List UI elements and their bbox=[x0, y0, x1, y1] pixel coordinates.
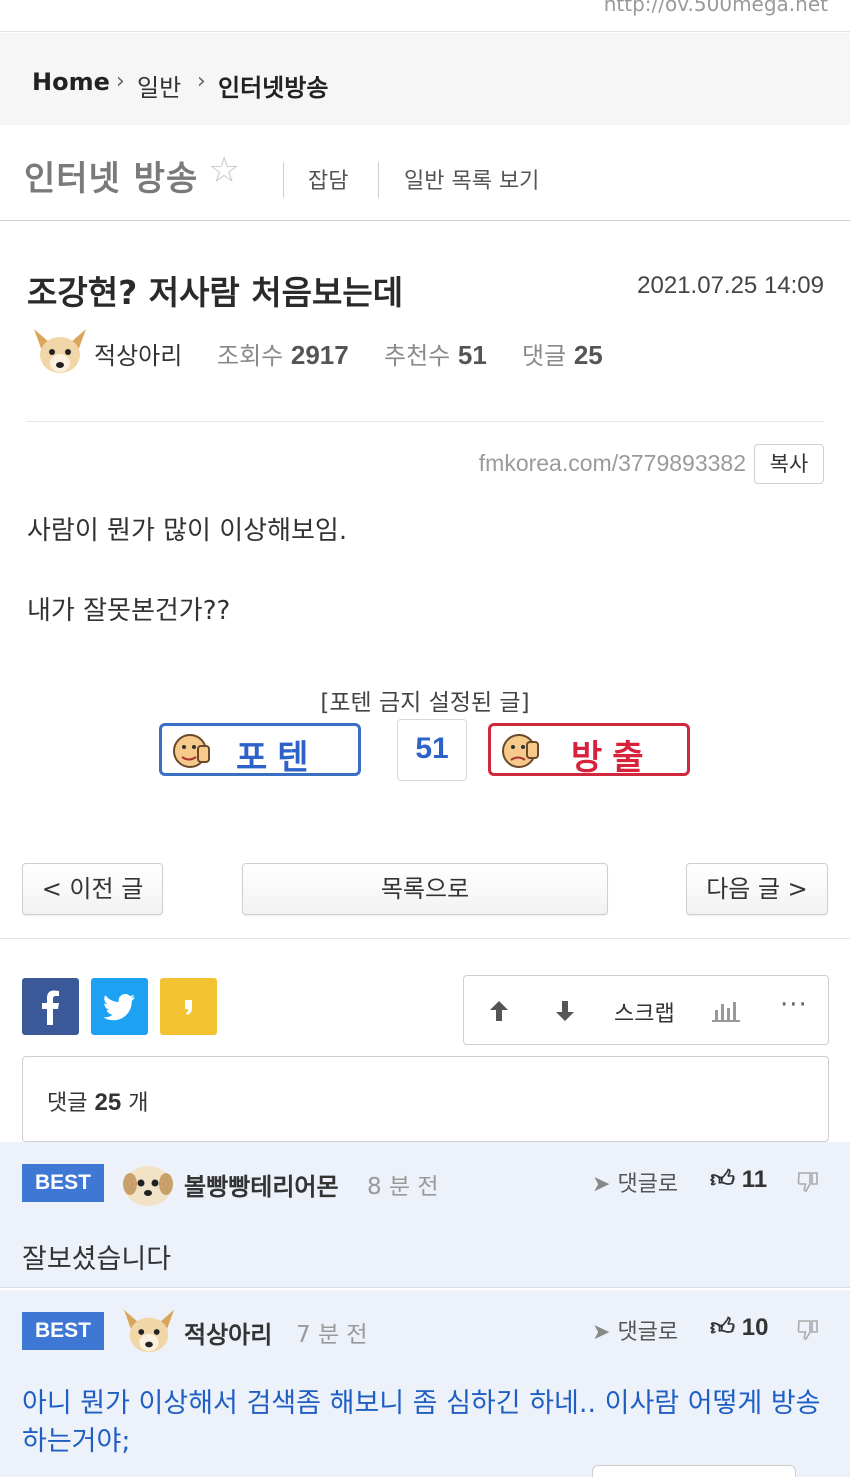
comment-like-button[interactable]: 👍︎ 11 bbox=[710, 1166, 767, 1194]
reply-button[interactable]: ➤ 댓글로 bbox=[592, 1314, 678, 1346]
thumbs-down-icon[interactable] bbox=[796, 1170, 820, 1194]
prev-post-button[interactable]: < 이전 글 bbox=[22, 863, 163, 915]
back-to-list-button[interactable]: 목록으로 bbox=[242, 863, 608, 915]
chevron-right-icon: › bbox=[116, 69, 125, 94]
upvote-button[interactable]: 포텐 bbox=[159, 723, 361, 778]
kakao-icon bbox=[185, 1000, 192, 1015]
stats-icon[interactable] bbox=[710, 998, 742, 1024]
send-icon: ➤ bbox=[592, 1172, 611, 1197]
board-header: 인터넷 방송 ☆ 잡담 일반 목록 보기 bbox=[0, 125, 850, 221]
twitter-icon bbox=[103, 994, 135, 1021]
comment-text: 잘보셨습니다 bbox=[22, 1244, 172, 1275]
divider bbox=[26, 421, 824, 422]
vote-count: 51 bbox=[397, 719, 467, 781]
comment-count-box: 댓글 25 개 bbox=[22, 1056, 829, 1142]
recommend-count: 51 bbox=[457, 340, 487, 370]
thumbs-up-icon: 👍︎ bbox=[710, 1166, 736, 1193]
comment-item: BEST 적상아리 7 분 전 ➤ 댓글로 👍︎ 10 아니 뭔가 이상해서 검… bbox=[0, 1290, 850, 1477]
comments-label: 댓글 bbox=[522, 342, 567, 370]
views-count: 2917 bbox=[290, 340, 349, 370]
downvote-button[interactable]: 방출 bbox=[488, 723, 690, 778]
comment-time: 7 분 전 bbox=[296, 1322, 368, 1348]
breadcrumb: Home › 일반 › 인터넷방송 bbox=[0, 33, 850, 125]
views-label: 조회수 bbox=[217, 342, 284, 370]
arrow-up-icon[interactable] bbox=[486, 998, 512, 1024]
comments-meta: 댓글 25 bbox=[522, 336, 603, 371]
chevron-right-icon: › bbox=[197, 69, 206, 94]
divider bbox=[0, 938, 850, 939]
thumbs-up-icon: 👍︎ bbox=[710, 1314, 736, 1341]
thumbs-up-face-icon bbox=[173, 734, 210, 768]
breadcrumb-internet-broadcast[interactable]: 인터넷방송 bbox=[218, 68, 328, 103]
more-comments-button[interactable] bbox=[592, 1465, 796, 1477]
comment-item: BEST 볼빵빵테리어몬 8 분 전 ➤ 댓글로 👍︎ 11 잘보셨습니다 bbox=[0, 1142, 850, 1288]
board-link-general-list[interactable]: 일반 목록 보기 bbox=[404, 163, 539, 195]
article-title: 조강현? 저사람 처음보는데 bbox=[27, 273, 404, 312]
recommend-meta: 추천수 51 bbox=[384, 336, 487, 371]
comment-text: 아니 뭔가 이상해서 검색좀 해보니 좀 심하긴 하네.. 이사람 어떻게 방송… bbox=[22, 1388, 821, 1457]
comments-count: 25 bbox=[573, 340, 603, 370]
article-tools: 스크랩 ··· bbox=[463, 975, 829, 1045]
divider bbox=[378, 162, 379, 198]
comment-time: 8 분 전 bbox=[367, 1174, 439, 1200]
thumbs-down-face-icon bbox=[502, 734, 539, 768]
author-name[interactable]: 적상아리 bbox=[94, 336, 182, 371]
author-avatar[interactable] bbox=[32, 323, 88, 379]
article-date: 2021.07.25 14:09 bbox=[637, 272, 824, 299]
copy-button[interactable]: 복사 bbox=[754, 444, 824, 484]
recommend-label: 추천수 bbox=[384, 342, 451, 370]
commenter-avatar[interactable] bbox=[122, 1158, 174, 1208]
commenter-name[interactable]: 볼빵빵테리어몬 bbox=[184, 1167, 339, 1202]
source-url[interactable]: fmkorea.com/3779893382 bbox=[479, 450, 746, 477]
breadcrumb-general[interactable]: 일반 bbox=[137, 68, 181, 103]
commenter-avatar[interactable] bbox=[122, 1304, 176, 1358]
facebook-share-button[interactable] bbox=[22, 978, 79, 1035]
divider bbox=[283, 162, 284, 198]
article-body-line-1: 사람이 뭔가 많이 이상해보임. bbox=[27, 516, 348, 546]
board-title[interactable]: 인터넷 방송 bbox=[24, 151, 198, 200]
arrow-down-icon[interactable] bbox=[552, 998, 578, 1024]
send-icon: ➤ bbox=[592, 1320, 611, 1345]
url-strip: http://ov.500mega.net bbox=[0, 0, 850, 32]
views-meta: 조회수 2917 bbox=[217, 336, 349, 371]
best-badge: BEST bbox=[22, 1164, 104, 1202]
downvote-label: 방출 bbox=[571, 738, 654, 778]
next-post-button[interactable]: 다음 글 > bbox=[686, 863, 828, 915]
url-text: http://ov.500mega.net bbox=[603, 0, 828, 16]
best-badge: BEST bbox=[22, 1312, 104, 1350]
article-body-line-2: 내가 잘못본건가?? bbox=[27, 596, 231, 626]
kakao-share-button[interactable] bbox=[160, 978, 217, 1035]
board-link-chat[interactable]: 잡담 bbox=[308, 163, 348, 195]
twitter-share-button[interactable] bbox=[91, 978, 148, 1035]
reply-button[interactable]: ➤ 댓글로 bbox=[592, 1166, 678, 1198]
commenter-name[interactable]: 적상아리 bbox=[184, 1315, 272, 1350]
breadcrumb-home[interactable]: Home bbox=[32, 68, 110, 96]
comment-like-button[interactable]: 👍︎ 10 bbox=[710, 1314, 768, 1342]
more-icon[interactable]: ··· bbox=[780, 990, 808, 1020]
scrap-button[interactable]: 스크랩 bbox=[614, 996, 675, 1028]
facebook-icon bbox=[42, 990, 59, 1025]
star-icon[interactable]: ☆ bbox=[208, 153, 240, 189]
upvote-label: 포텐 bbox=[236, 738, 319, 778]
thumbs-down-icon[interactable] bbox=[796, 1318, 820, 1342]
comment-count-label: 댓글 25 개 bbox=[47, 1089, 149, 1116]
vote-note: [포텐 금지 설정된 글] bbox=[320, 690, 530, 716]
